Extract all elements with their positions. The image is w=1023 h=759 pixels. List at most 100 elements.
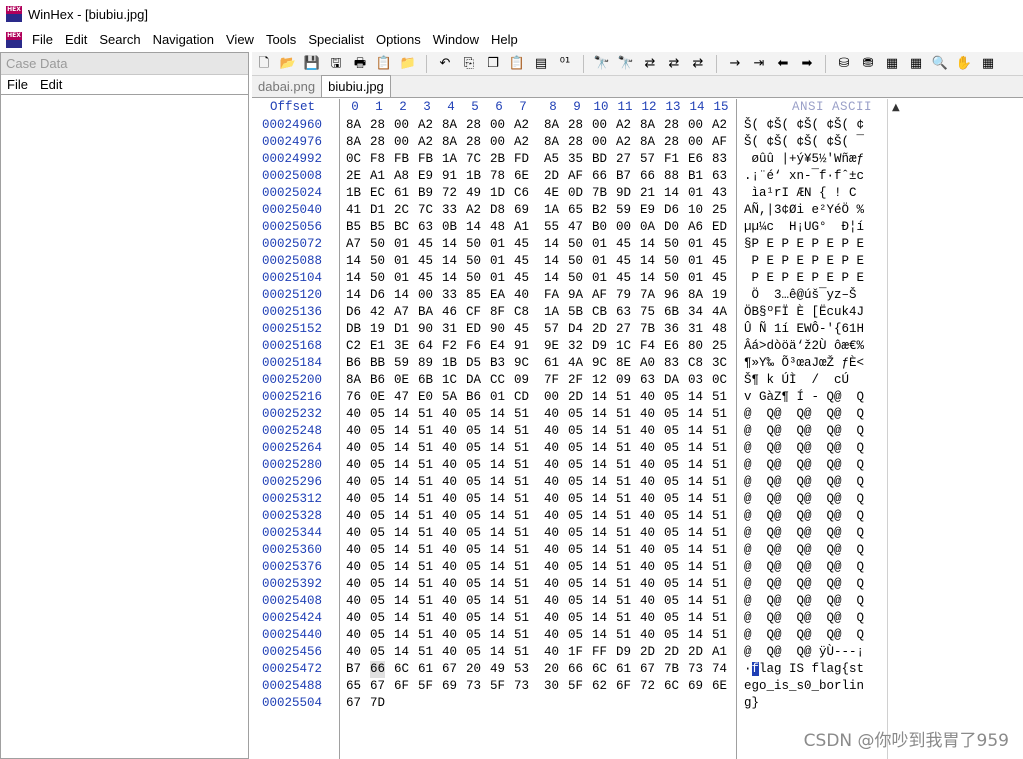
hand-icon[interactable]: ✋ [954,54,974,74]
hex-byte[interactable]: 67 [370,678,385,695]
hex-byte[interactable]: F4 [640,338,655,355]
hex-byte[interactable]: 14 [592,593,607,610]
hex-byte[interactable]: DB [346,321,361,338]
hex-byte[interactable]: 14 [490,440,505,457]
disks-icon[interactable]: ⛃ [858,54,878,74]
ascii-cell[interactable]: ego_is_s0_borlin [744,678,864,695]
hex-byte[interactable]: 14 [490,491,505,508]
hex-byte[interactable]: 51 [514,593,529,610]
hex-byte[interactable]: 45 [514,321,529,338]
hex-byte[interactable]: 51 [514,508,529,525]
hex-byte[interactable]: 7F [544,372,559,389]
hex-byte[interactable]: 01 [490,389,505,406]
hex-byte[interactable]: 7C [418,202,433,219]
ascii-cell[interactable]: @ Q@ Q@ Q@ Q [744,593,864,610]
hex-byte[interactable]: 8A [346,372,361,389]
hex-byte[interactable]: 40 [346,593,361,610]
hex-byte[interactable]: 51 [514,525,529,542]
hex-byte[interactable]: 40 [544,542,559,559]
hex-byte[interactable]: AF [592,287,607,304]
hex-byte[interactable]: 50 [370,236,385,253]
hex-byte[interactable]: BC [394,219,409,236]
save-icon[interactable]: 💾 [302,54,322,74]
hex-byte[interactable]: 14 [688,457,703,474]
hex-byte[interactable]: 05 [466,423,481,440]
find-text-icon[interactable]: 🔭 [592,54,612,74]
ascii-cell[interactable]: @ Q@ Q@ Q@ Q [744,542,864,559]
hex-byte[interactable]: 51 [616,610,631,627]
hex-byte[interactable]: 40 [442,406,457,423]
hex-byte[interactable]: 8A [688,287,703,304]
hex-byte[interactable]: D9 [616,644,631,661]
hex-byte[interactable]: 2B [490,151,505,168]
hex-byte[interactable]: 01 [394,236,409,253]
ascii-cell[interactable]: ìa¹rI ÆN { ! C [744,185,857,202]
hex-byte[interactable]: 14 [490,542,505,559]
hex-byte[interactable]: 66 [592,168,607,185]
hex-byte[interactable]: 25 [712,338,727,355]
offset-cell[interactable]: 00025280 [262,457,322,474]
hex-byte[interactable]: 14 [490,593,505,610]
hex-byte[interactable]: 05 [466,406,481,423]
hex-byte[interactable]: 45 [514,270,529,287]
hex-byte[interactable]: 14 [394,559,409,576]
ascii-cell[interactable]: Š( ¢Š( ¢Š( ¢Š( ¢ [744,117,864,134]
ascii-cell[interactable]: @ Q@ Q@ Q@ Q [744,627,864,644]
hex-byte[interactable]: 51 [712,389,727,406]
ascii-cell[interactable]: §P E P E P E P E [744,236,864,253]
ascii-cell[interactable]: ¶»Y‰ Õ³œaJœŽ ƒÈ< [744,355,864,372]
offset-cell[interactable]: 00025504 [262,695,322,712]
hex-byte[interactable]: 51 [712,440,727,457]
offset-cell[interactable]: 00025472 [262,661,322,678]
hex-byte[interactable]: FA [544,287,559,304]
hex-byte[interactable]: 05 [370,525,385,542]
hex-byte[interactable]: A7 [394,304,409,321]
hex-byte[interactable]: 9D [616,185,631,202]
undo-icon[interactable]: ↶ [435,54,455,74]
ascii-cell[interactable]: .¡¨é‘ xn-¯f·fˆ±c [744,168,864,185]
hex-byte[interactable]: 05 [466,542,481,559]
hex-byte[interactable]: 51 [712,627,727,644]
hex-byte[interactable]: 14 [592,491,607,508]
hex-byte[interactable]: D1 [394,321,409,338]
hex-byte[interactable]: 14 [592,610,607,627]
ascii-cell[interactable]: AÑ,|3¢Øi e²YéÖ % [744,202,864,219]
find-hex-icon[interactable]: 🔭 [616,54,636,74]
scroll-up-arrow-icon[interactable]: ▲ [892,102,900,113]
search-icon[interactable]: 🔍 [930,54,950,74]
hex-byte[interactable]: 63 [712,168,727,185]
hex-byte[interactable]: 05 [568,525,583,542]
offset-cell[interactable]: 00025424 [262,610,322,627]
hex-byte[interactable]: 14 [688,406,703,423]
hex-byte[interactable]: B3 [490,355,505,372]
hex-byte[interactable]: 66 [640,168,655,185]
hex-byte[interactable]: E4 [490,338,505,355]
offset-cell[interactable]: 00025152 [262,321,322,338]
hex-byte[interactable]: 63 [616,304,631,321]
hex-byte[interactable]: 74 [712,661,727,678]
hex-byte[interactable]: 14 [442,270,457,287]
hex-byte[interactable]: 40 [640,440,655,457]
hex-byte[interactable]: 40 [544,423,559,440]
hex-byte[interactable]: 05 [568,406,583,423]
hex-byte[interactable]: 1A [544,304,559,321]
hex-byte[interactable]: 12 [592,372,607,389]
hex-byte[interactable]: 14 [592,627,607,644]
menu-tools[interactable]: Tools [260,30,302,50]
hex-byte[interactable]: 14 [490,644,505,661]
hex-byte[interactable]: 01 [394,270,409,287]
hex-byte[interactable]: 7B [664,661,679,678]
hex-byte[interactable]: 40 [442,644,457,661]
hex-byte[interactable]: 8F [490,304,505,321]
hex-byte[interactable]: 2D [568,389,583,406]
hex-byte[interactable]: 51 [418,593,433,610]
hex-byte[interactable]: B5 [346,219,361,236]
hex-byte[interactable]: 45 [616,236,631,253]
hex-byte[interactable]: 51 [712,423,727,440]
hex-byte[interactable]: 14 [592,525,607,542]
menu-icon[interactable]: ▦ [978,54,998,74]
hex-byte[interactable]: 28 [568,134,583,151]
hex-byte[interactable]: 2D [640,644,655,661]
hex-byte[interactable]: 55 [544,219,559,236]
hex-byte[interactable]: 01 [688,270,703,287]
